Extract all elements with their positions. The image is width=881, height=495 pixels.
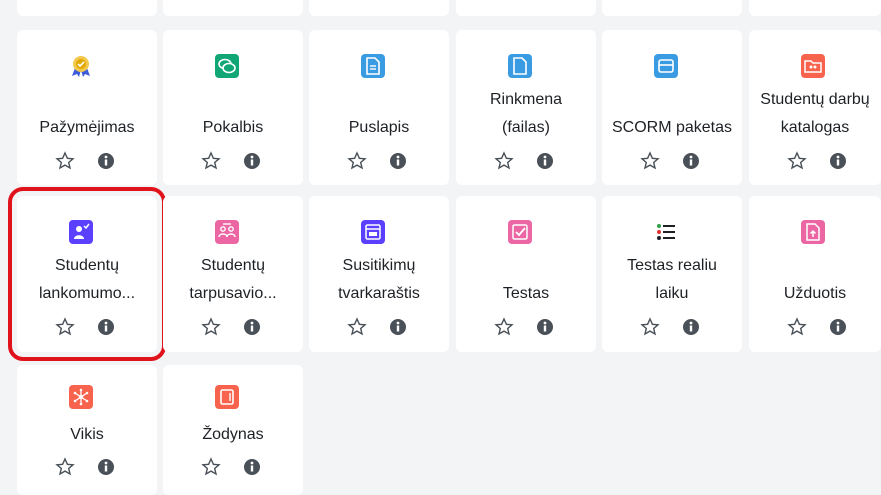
star-icon[interactable] [347,317,367,337]
star-icon[interactable] [55,317,75,337]
tile-label: Užduotis [783,285,847,302]
star-icon[interactable] [201,317,221,337]
star-icon[interactable] [640,151,660,171]
tile-file[interactable]: Rinkmena (failas) [456,30,596,185]
star-icon[interactable] [201,457,221,477]
star-icon[interactable] [201,151,221,171]
tile-label-line1: Studentų [200,257,266,274]
tile-partial [309,0,449,16]
tile-realtime-quiz[interactable]: Testas realiu laiku [602,196,742,352]
tile-scheduler[interactable]: Susitikimų tvarkaraštis [309,196,449,352]
star-icon[interactable] [494,151,514,171]
star-icon[interactable] [494,317,514,337]
attendance-icon [69,220,93,244]
workshop-icon [215,220,239,244]
tile-label-line1: Studentų [54,257,120,274]
info-icon[interactable] [389,318,407,336]
star-icon[interactable] [55,457,75,477]
quiz-icon [508,220,532,244]
info-icon[interactable] [97,318,115,336]
tile-label: Testas [502,285,550,302]
info-icon[interactable] [682,152,700,170]
tile-page[interactable]: Puslapis [309,30,449,185]
tile-label-line1: Susitikimų [342,257,416,274]
tile-label: Vikis [70,426,104,443]
tile-label: Žodynas [202,426,264,443]
tile-label: Pokalbis [202,119,264,136]
tile-label-line1: Testas realiu [627,257,717,274]
chat-icon [215,54,239,78]
info-icon[interactable] [389,152,407,170]
tile-label-line2: (failas) [501,119,550,136]
scheduler-icon [361,220,385,244]
tile-partial [456,0,596,16]
tile-partial [602,0,742,16]
info-icon[interactable] [243,152,261,170]
tile-label-line2: tvarkaraštis [338,285,420,302]
info-icon[interactable] [243,458,261,476]
tile-label-line1: Rinkmena [489,91,563,108]
star-icon[interactable] [640,317,660,337]
info-icon[interactable] [829,152,847,170]
tile-label: Puslapis [348,119,410,136]
tile-scorm[interactable]: SCORM paketas [602,30,742,185]
file-icon [508,54,532,78]
certificate-icon [69,54,93,78]
page-icon [361,54,385,78]
tile-partial [749,0,881,16]
tile-assignment[interactable]: Užduotis [749,196,881,352]
assignment-icon [801,220,825,244]
tile-certificate[interactable]: Pažymėjimas [17,30,157,185]
tile-label-line2: lankomumo... [38,285,136,302]
folder-icon [801,54,825,78]
wiki-icon [69,385,93,409]
tile-label-line2: katalogas [780,119,850,136]
scorm-icon [654,54,678,78]
info-icon[interactable] [536,318,554,336]
realtime-quiz-icon [654,220,678,244]
info-icon[interactable] [97,152,115,170]
tile-label-line2: laiku [655,285,689,302]
glossary-icon [215,385,239,409]
tile-partial [17,0,157,16]
tile-partial [163,0,303,16]
star-icon[interactable] [787,151,807,171]
tile-wiki[interactable]: Vikis [17,365,157,495]
info-icon[interactable] [97,458,115,476]
tile-attendance[interactable]: Studentų lankomumo... [8,187,166,361]
tile-folder[interactable]: Studentų darbų katalogas [749,30,881,185]
tile-workshop[interactable]: Studentų tarpusavio... [163,196,303,352]
tile-label: Pažymėjimas [39,119,135,136]
tile-label-line1: Studentų darbų [760,91,870,108]
info-icon[interactable] [536,152,554,170]
tile-glossary[interactable]: Žodynas [163,365,303,495]
star-icon[interactable] [347,151,367,171]
star-icon[interactable] [55,151,75,171]
info-icon[interactable] [243,318,261,336]
tile-label: SCORM paketas [611,119,733,136]
star-icon[interactable] [787,317,807,337]
tile-label-line2: tarpusavio... [189,285,277,302]
info-icon[interactable] [682,318,700,336]
tile-quiz[interactable]: Testas [456,196,596,352]
info-icon[interactable] [829,318,847,336]
tile-chat[interactable]: Pokalbis [163,30,303,185]
